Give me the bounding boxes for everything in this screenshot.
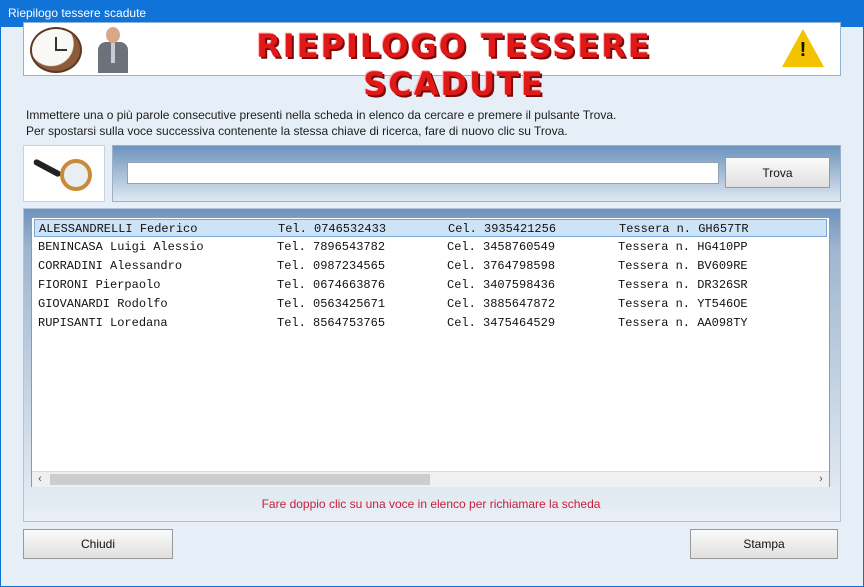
banner-title: RIEPILOGO TESSERE SCADUTE xyxy=(256,27,652,103)
list-cell-name: RUPISANTI Loredana xyxy=(38,316,168,330)
horizontal-scrollbar[interactable]: ‹ › xyxy=(32,471,829,487)
list-cell-tessera: Tessera n. BV609RE xyxy=(618,259,748,273)
list-cell-tel: Tel. 0674663876 xyxy=(277,278,386,292)
list-item[interactable]: CORRADINI Alessandro Tel. 0987234565 Cel. … xyxy=(34,257,827,275)
list-item[interactable]: GIOVANARDI Rodolfo Tel. 0563425671 Cel. 38… xyxy=(34,295,827,313)
find-button[interactable]: Trova xyxy=(725,157,830,188)
print-button[interactable]: Stampa xyxy=(690,529,838,559)
scroll-right-icon[interactable]: › xyxy=(813,472,829,487)
list-cell-name: ALESSANDRELLI Federico xyxy=(39,222,198,236)
list-item[interactable]: BENINCASA Luigi Alessio Tel. 7896543782 Ce… xyxy=(34,238,827,256)
instruction-line-1: Immettere una o più parole consecutive p… xyxy=(26,108,617,122)
list-item[interactable]: FIORONI Pierpaolo Tel. 0674663876 Cel. 340… xyxy=(34,276,827,294)
close-button[interactable]: Chiudi xyxy=(23,529,173,559)
list-cell-tessera: Tessera n. AA098TY xyxy=(618,316,748,330)
list-cell-cel: Cel. 3458760549 xyxy=(447,240,556,254)
list-cell-cel: Cel. 3407598436 xyxy=(447,278,556,292)
window-title: Riepilogo tessere scadute xyxy=(8,6,147,20)
scroll-thumb[interactable] xyxy=(50,474,430,485)
magnifier-icon-box xyxy=(23,145,105,202)
list-cell-name: BENINCASA Luigi Alessio xyxy=(38,240,204,254)
list-cell-tessera: Tessera n. HG410PP xyxy=(618,240,748,254)
list-cell-tel: Tel. 7896543782 xyxy=(277,240,386,254)
list-item[interactable]: RUPISANTI Loredana Tel. 8564753765 Cel. 34… xyxy=(34,314,827,332)
list-item[interactable]: ALESSANDRELLI Federico Tel. 0746532433 Cel… xyxy=(34,219,827,237)
results-listbox[interactable]: ALESSANDRELLI Federico Tel. 0746532433 Cel… xyxy=(31,217,830,487)
double-click-hint: Fare doppio clic su una voce in elenco p… xyxy=(261,497,601,511)
list-cell-cel: Cel. 3475464529 xyxy=(447,316,556,330)
list-cell-cel: Cel. 3885647872 xyxy=(447,297,556,311)
list-cell-name: CORRADINI Alessandro xyxy=(38,259,183,273)
magnifier-icon xyxy=(32,158,62,178)
list-cell-tel: Tel. 0987234565 xyxy=(277,259,386,273)
list-cell-cel: Cel. 3935421256 xyxy=(448,222,557,236)
clock-icon xyxy=(30,27,82,73)
list-cell-tessera: Tessera n. GH657TR xyxy=(619,222,749,236)
list-cell-tel: Tel. 0746532433 xyxy=(278,222,387,236)
list-cell-cel: Cel. 3764798598 xyxy=(447,259,556,273)
header-banner: RIEPILOGO TESSERE SCADUTE ! xyxy=(23,22,841,103)
list-cell-tel: Tel. 8564753765 xyxy=(277,316,386,330)
instruction-line-2: Per spostarsi sulla voce successiva cont… xyxy=(26,124,568,138)
businessman-icon xyxy=(96,25,130,73)
list-cell-name: GIOVANARDI Rodolfo xyxy=(38,297,168,311)
search-input[interactable] xyxy=(127,162,719,184)
list-cell-tessera: Tessera n. YT546OE xyxy=(618,297,748,311)
list-cell-name: FIORONI Pierpaolo xyxy=(38,278,161,292)
scroll-left-icon[interactable]: ‹ xyxy=(32,472,48,487)
list-cell-tessera: Tessera n. DR326SR xyxy=(618,278,748,292)
list-cell-tel: Tel. 0563425671 xyxy=(277,297,386,311)
